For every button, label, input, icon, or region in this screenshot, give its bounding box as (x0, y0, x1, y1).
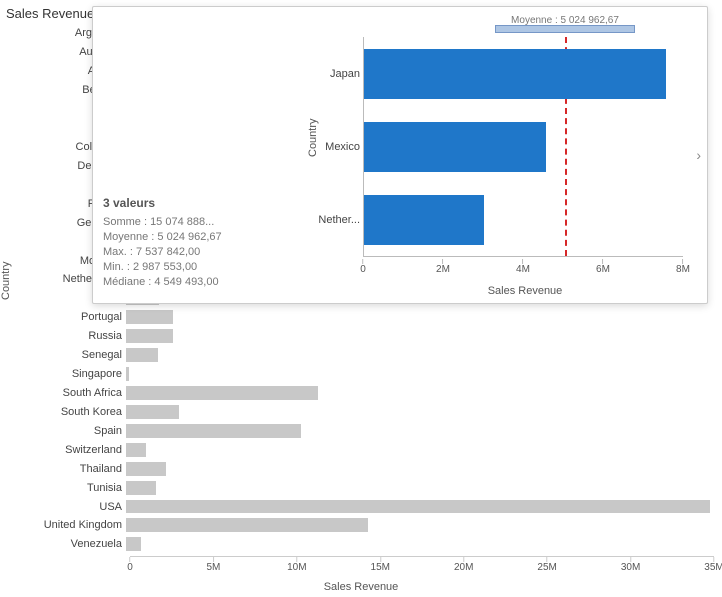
popup-bar-row[interactable]: Mexico (364, 117, 546, 177)
bar[interactable] (126, 424, 301, 438)
category-label: South Korea (0, 406, 126, 418)
bar[interactable] (364, 49, 666, 99)
category-label: Russia (0, 330, 126, 342)
category-label: South Africa (0, 387, 126, 399)
x-tick: 15M (371, 557, 390, 573)
x-tick: 6M (596, 259, 610, 275)
stats-line: Max. : 7 537 842,00 (103, 246, 293, 258)
x-tick: 4M (516, 259, 530, 275)
mean-label: Moyenne : 5 024 962,67 (511, 15, 619, 26)
category-label: Tunisia (0, 482, 126, 494)
next-icon[interactable]: › (696, 147, 701, 163)
main-bar-row[interactable]: Russia (130, 327, 714, 346)
stats-line: Médiane : 4 549 493,00 (103, 276, 293, 288)
popup-x-axis: 02M4M6M8M (363, 259, 683, 275)
bar[interactable] (126, 462, 166, 476)
bar[interactable] (364, 195, 484, 245)
popup-bar-row[interactable]: Nether... (364, 190, 484, 250)
bar[interactable] (364, 122, 546, 172)
main-bar-row[interactable]: South Africa (130, 384, 714, 403)
popup-x-axis-label: Sales Revenue (363, 285, 687, 297)
bar[interactable] (126, 329, 173, 343)
main-bar-row[interactable]: Switzerland (130, 440, 714, 459)
category-label: Senegal (0, 349, 126, 361)
category-label: Thailand (0, 463, 126, 475)
main-bar-row[interactable]: Thailand (130, 459, 714, 478)
category-label: Portugal (0, 311, 126, 323)
main-x-axis-label: Sales Revenue (0, 581, 722, 593)
x-tick: 2M (436, 259, 450, 275)
x-tick: 0 (127, 557, 133, 573)
x-tick: 0 (360, 259, 366, 275)
stats-header: 3 valeurs (103, 196, 293, 210)
main-chart-title: Sales Revenue (6, 6, 94, 21)
main-bar-row[interactable]: Venezuela (130, 535, 714, 554)
category-label: Venezuela (0, 538, 126, 550)
x-tick: 8M (676, 259, 690, 275)
stats-line: Somme : 15 074 888... (103, 216, 293, 228)
bar[interactable] (126, 310, 173, 324)
main-bar-row[interactable]: Spain (130, 421, 714, 440)
popup-bar-row[interactable]: Japan (364, 44, 666, 104)
main-bar-row[interactable]: USA (130, 497, 714, 516)
bar[interactable] (126, 405, 179, 419)
main-bar-row[interactable]: Singapore (130, 365, 714, 384)
bar[interactable] (126, 537, 141, 551)
x-tick: 30M (621, 557, 640, 573)
x-tick: 5M (206, 557, 220, 573)
stats-line: Moyenne : 5 024 962,67 (103, 231, 293, 243)
stats-line: Min. : 2 987 553,00 (103, 261, 293, 273)
popup-chart-plot: Moyenne : 5 024 962,67 JapanMexicoNether… (363, 37, 683, 257)
bar[interactable] (126, 367, 129, 381)
bar[interactable] (126, 386, 318, 400)
category-label: Japan (294, 68, 360, 80)
category-label: Switzerland (0, 444, 126, 456)
main-bar-row[interactable]: Tunisia (130, 478, 714, 497)
main-bar-row[interactable]: United Kingdom (130, 516, 714, 535)
bar[interactable] (126, 443, 146, 457)
category-label: USA (0, 501, 126, 513)
x-tick: 25M (537, 557, 556, 573)
category-label: Singapore (0, 368, 126, 380)
mean-marker (495, 25, 635, 33)
stats-panel: 3 valeurs Somme : 15 074 888... Moyenne … (103, 196, 293, 291)
category-label: United Kingdom (0, 519, 126, 531)
bar[interactable] (126, 348, 158, 362)
bar[interactable] (126, 481, 156, 495)
main-bar-row[interactable]: South Korea (130, 402, 714, 421)
bar[interactable] (126, 518, 368, 532)
category-label: Spain (0, 425, 126, 437)
x-tick: 35M (704, 557, 722, 573)
main-bar-row[interactable]: Portugal (130, 308, 714, 327)
x-tick: 20M (454, 557, 473, 573)
detail-popup: 3 valeurs Somme : 15 074 888... Moyenne … (92, 6, 708, 304)
main-x-axis: 05M10M15M20M25M30M35M (130, 556, 714, 572)
x-tick: 10M (287, 557, 306, 573)
main-bar-row[interactable]: Senegal (130, 346, 714, 365)
category-label: Mexico (294, 141, 360, 153)
category-label: Nether... (294, 214, 360, 226)
bar[interactable] (126, 500, 710, 514)
